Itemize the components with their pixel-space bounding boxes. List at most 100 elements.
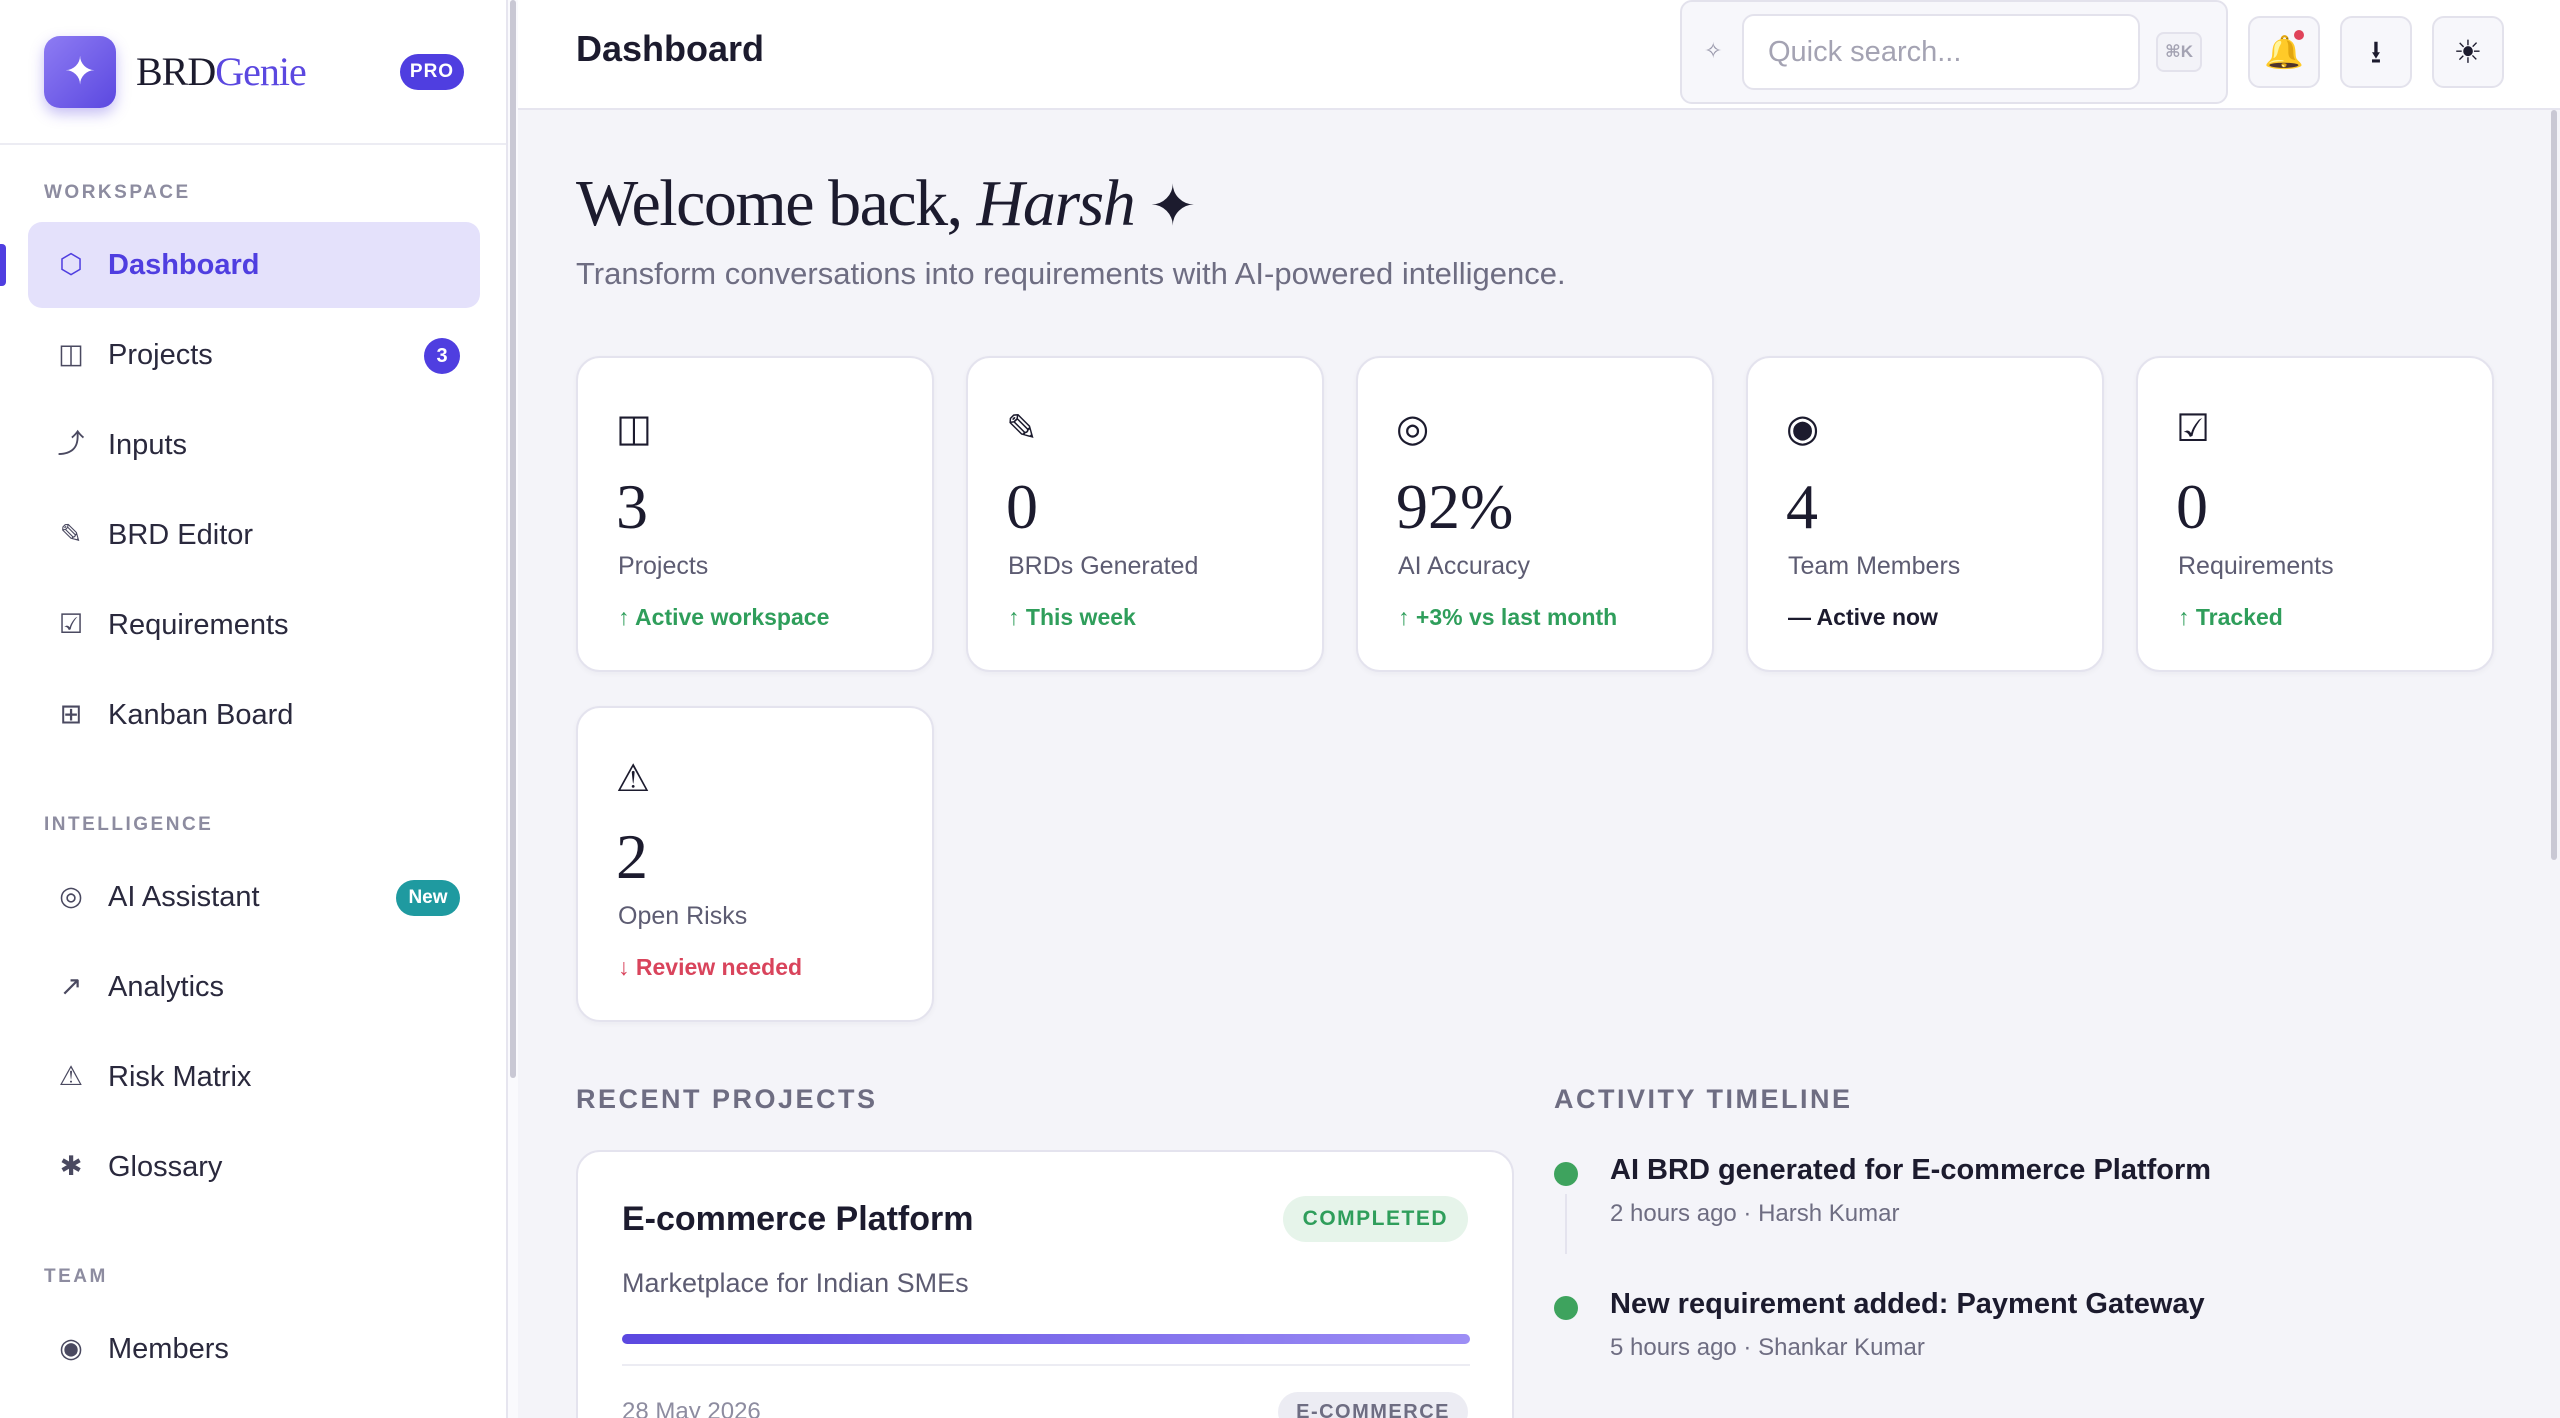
project-date: 28 May 2026 — [622, 1398, 761, 1418]
sidebar-item-requirements[interactable]: ☑ Requirements — [28, 582, 480, 668]
warning-icon: ⚠ — [616, 756, 651, 800]
circle-target-icon: ◎ — [1396, 406, 1430, 450]
timeline-meta: 2 hours ago · Harsh Kumar — [1610, 1200, 1900, 1227]
trend-arrow-icon: ↗ — [59, 971, 83, 1002]
stat-value: 0 — [2176, 471, 2208, 542]
folder-icon: ◫ — [58, 339, 84, 370]
stat-label: Open Risks — [618, 902, 748, 930]
timeline-dot — [1554, 1296, 1578, 1320]
download-button[interactable]: ⭳ — [2340, 16, 2412, 88]
timeline-meta: 5 hours ago · Shankar Kumar — [1610, 1334, 1925, 1361]
members-icon: ◉ — [1786, 406, 1820, 450]
stat-card-ai-accuracy[interactable]: ◎ 92% AI Accuracy ↑ +3% vs last month — [1356, 356, 1714, 672]
stat-value: 4 — [1786, 471, 1818, 542]
stat-value: 3 — [616, 471, 648, 542]
brand-logo-icon[interactable]: ✦ — [44, 36, 116, 108]
grid-icon: ⊞ — [59, 699, 83, 730]
sidebar-item-brd-editor[interactable]: ✎ BRD Editor — [28, 492, 480, 578]
divider — [622, 1364, 1470, 1366]
stat-card-projects[interactable]: ◫ 3 Projects ↑ Active workspace — [576, 356, 934, 672]
welcome-username: Harsh — [976, 167, 1136, 240]
stat-value: 0 — [1006, 471, 1038, 542]
stat-trend: ↓ Review needed — [618, 954, 803, 980]
projects-count-badge: 3 — [424, 338, 460, 374]
sidebar-item-projects[interactable]: ◫ Projects 3 — [28, 312, 480, 398]
project-progress-bar — [622, 1334, 1470, 1344]
sidebar-item-inputs[interactable]: ⤴ Inputs — [28, 402, 480, 488]
sidebar-item-label: Kanban Board — [108, 699, 294, 731]
new-badge: New — [396, 880, 460, 916]
timeline-connector — [1565, 1194, 1567, 1254]
pencil-icon: ✎ — [1006, 406, 1038, 450]
stat-card-team-members[interactable]: ◉ 4 Team Members — Active now — [1746, 356, 2104, 672]
timeline-item[interactable]: New requirement added: Payment Gateway 5… — [1554, 1288, 2514, 1388]
stat-trend: ↑ Tracked — [2178, 604, 2283, 630]
brand-header: ✦ BRDGenie PRO — [0, 0, 506, 145]
stat-value: 92% — [1396, 471, 1514, 542]
download-icon: ⭳ — [2370, 34, 2382, 70]
stat-trend: ↑ +3% vs last month — [1398, 604, 1618, 630]
sidebar-item-label: AI Assistant — [108, 881, 260, 913]
timeline-item[interactable]: AI BRD generated for E-commerce Platform… — [1554, 1154, 2514, 1254]
sidebar-item-risk-matrix[interactable]: ⚠ Risk Matrix — [28, 1034, 480, 1120]
sun-icon: ☀ — [2453, 34, 2483, 70]
pencil-icon: ✎ — [59, 519, 83, 550]
section-label-intelligence: INTELLIGENCE — [44, 814, 214, 835]
timeline-title: AI BRD generated for E-commerce Platform — [1610, 1154, 2212, 1186]
timeline-dot — [1554, 1162, 1578, 1186]
brand-name-part1: BRD — [136, 49, 216, 94]
stat-trend: ↑ Active workspace — [618, 604, 830, 630]
notifications-button[interactable]: 🔔 — [2248, 16, 2320, 88]
stat-label: Requirements — [2178, 552, 2334, 580]
checkbox-icon: ☑ — [58, 609, 84, 640]
project-card[interactable]: E-commerce Platform COMPLETED Marketplac… — [576, 1150, 1514, 1418]
sidebar-item-analytics[interactable]: ↗ Analytics — [28, 944, 480, 1030]
sidebar-item-ai-assistant[interactable]: ◎ AI Assistant New — [28, 854, 480, 940]
sidebar-item-dashboard[interactable]: ⬡ Dashboard — [28, 222, 480, 308]
welcome-prefix: Welcome back, — [576, 167, 977, 240]
activity-timeline-heading: ACTIVITY TIMELINE — [1554, 1084, 1853, 1114]
notification-dot — [2294, 30, 2304, 40]
search-container: ✧ ⌘K — [1680, 0, 2228, 104]
stat-label: AI Accuracy — [1398, 552, 1530, 580]
sparkle-icon: ✦ — [1149, 174, 1196, 239]
sidebar-item-members[interactable]: ◉ Members — [28, 1306, 480, 1392]
sidebar-item-label: Members — [108, 1333, 229, 1365]
stat-card-requirements[interactable]: ☑ 0 Requirements ↑ Tracked — [2136, 356, 2494, 672]
sidebar-item-label: Analytics — [108, 971, 225, 1003]
search-shortcut-hint: ⌘K — [2156, 32, 2202, 72]
brand-name[interactable]: BRDGenie — [136, 48, 307, 95]
stat-trend: — Active now — [1788, 604, 1938, 630]
sidebar-scrollbar[interactable] — [508, 0, 518, 1418]
project-progress-fill — [622, 1334, 1470, 1344]
project-name: E-commerce Platform — [622, 1200, 974, 1238]
circle-target-icon: ◎ — [59, 881, 83, 912]
sidebar-item-label: Requirements — [108, 609, 289, 641]
stat-card-open-risks[interactable]: ⚠ 2 Open Risks ↓ Review needed — [576, 706, 934, 1022]
arrow-curve-icon: ⤴ — [57, 429, 85, 460]
sparkle-icon: ✧ — [1704, 38, 1723, 63]
page-scrollbar-thumb[interactable] — [2551, 110, 2557, 860]
sidebar-item-label: BRD Editor — [108, 519, 254, 551]
sidebar-item-label: Projects — [108, 339, 213, 371]
section-label-workspace: WORKSPACE — [44, 182, 191, 203]
stat-card-brds-generated[interactable]: ✎ 0 BRDs Generated ↑ This week — [966, 356, 1324, 672]
sidebar-item-label: Dashboard — [108, 249, 260, 281]
brand-name-part2: Genie — [215, 49, 307, 94]
stat-trend: ↑ This week — [1008, 604, 1136, 630]
project-description: Marketplace for Indian SMEs — [622, 1268, 969, 1298]
section-label-team: TEAM — [44, 1266, 108, 1287]
sidebar-item-kanban-board[interactable]: ⊞ Kanban Board — [28, 672, 480, 758]
sidebar-scrollbar-thumb[interactable] — [510, 0, 516, 1078]
page-scrollbar[interactable] — [2548, 110, 2560, 1418]
theme-toggle-button[interactable]: ☀ — [2432, 16, 2504, 88]
search-input[interactable] — [1742, 14, 2140, 90]
top-header: Dashboard ✧ ⌘K 🔔 ⭳ ☀ — [518, 0, 2560, 110]
pro-badge: PRO — [400, 54, 464, 90]
page-title: Dashboard — [576, 28, 765, 69]
stat-label: Team Members — [1788, 552, 1961, 580]
checkbox-icon: ☑ — [2176, 406, 2211, 450]
sidebar-item-glossary[interactable]: ✱ Glossary — [28, 1124, 480, 1210]
welcome-subtitle: Transform conversations into requirement… — [576, 256, 1566, 291]
members-icon: ◉ — [59, 1333, 83, 1364]
